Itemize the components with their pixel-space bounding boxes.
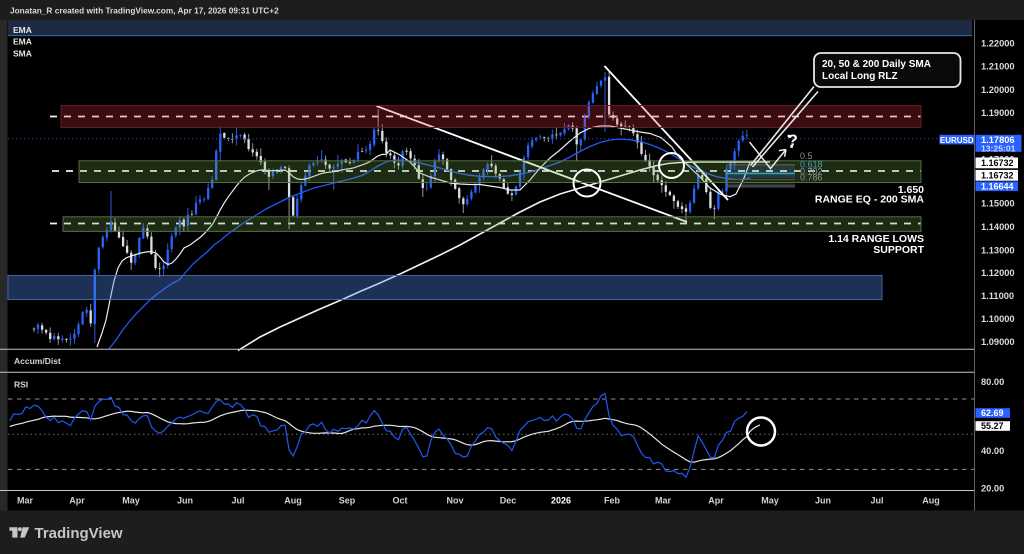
svg-text:Jul: Jul [870,496,883,506]
svg-text:Accum/Dist: Accum/Dist [14,356,61,366]
svg-text:Jul: Jul [231,496,244,506]
svg-text:May: May [122,496,140,506]
svg-text:1.10000: 1.10000 [981,314,1015,324]
svg-text:1.20000: 1.20000 [981,85,1015,95]
svg-text:1.19000: 1.19000 [981,108,1015,118]
svg-text:62.69: 62.69 [981,408,1004,418]
svg-text:TradingView: TradingView [35,525,123,542]
svg-text:Oct: Oct [392,496,407,506]
svg-text:Mar: Mar [655,496,672,506]
svg-text:EMA: EMA [13,37,32,47]
svg-text:RANGE EQ - 200 SMA: RANGE EQ - 200 SMA [815,194,925,206]
svg-text:55.27: 55.27 [981,421,1004,431]
svg-text:1.14000: 1.14000 [981,222,1015,232]
svg-text:?: ? [788,133,798,150]
svg-text:SMA: SMA [13,49,32,59]
svg-text:40.00: 40.00 [981,446,1004,456]
svg-text:Sep: Sep [339,496,356,506]
svg-text:1.16732: 1.16732 [981,171,1014,181]
svg-text:13:25:01: 13:25:01 [981,143,1016,153]
svg-text:Apr: Apr [708,496,724,506]
svg-text:Nov: Nov [446,496,463,506]
svg-text:Mar: Mar [17,496,34,506]
svg-text:1.22000: 1.22000 [981,38,1015,48]
svg-text:0.786: 0.786 [800,172,823,182]
svg-text:20.00: 20.00 [981,483,1004,493]
svg-text:1.09000: 1.09000 [981,337,1015,347]
svg-text:2026: 2026 [551,496,571,506]
svg-text:Aug: Aug [284,496,302,506]
svg-text:Apr: Apr [69,496,85,506]
svg-text:Dec: Dec [500,496,517,506]
svg-text:1.12000: 1.12000 [981,268,1015,278]
svg-text:1.15000: 1.15000 [981,199,1015,209]
svg-text:Local Long RLZ: Local Long RLZ [822,71,898,82]
svg-text:EMA: EMA [13,25,32,35]
svg-text:80.00: 80.00 [981,377,1004,387]
svg-text:1.11000: 1.11000 [981,291,1014,301]
svg-text:RSI: RSI [14,380,28,390]
svg-text:Jun: Jun [177,496,193,506]
svg-text:1.16732: 1.16732 [981,158,1014,168]
svg-text:Jun: Jun [815,496,831,506]
svg-text:1.16644: 1.16644 [981,182,1014,192]
svg-text:1.21000: 1.21000 [981,62,1015,72]
svg-text:Aug: Aug [922,496,940,506]
svg-text:SUPPORT: SUPPORT [873,244,924,256]
svg-text:EURUSD: EURUSD [940,136,974,145]
svg-text:Feb: Feb [604,496,621,506]
svg-text:Jonatan_R created with Trading: Jonatan_R created with TradingView.com, … [10,6,279,16]
svg-text:May: May [761,496,779,506]
svg-text:20, 50 & 200 Daily SMA: 20, 50 & 200 Daily SMA [822,59,931,70]
svg-text:1.13000: 1.13000 [981,245,1015,255]
